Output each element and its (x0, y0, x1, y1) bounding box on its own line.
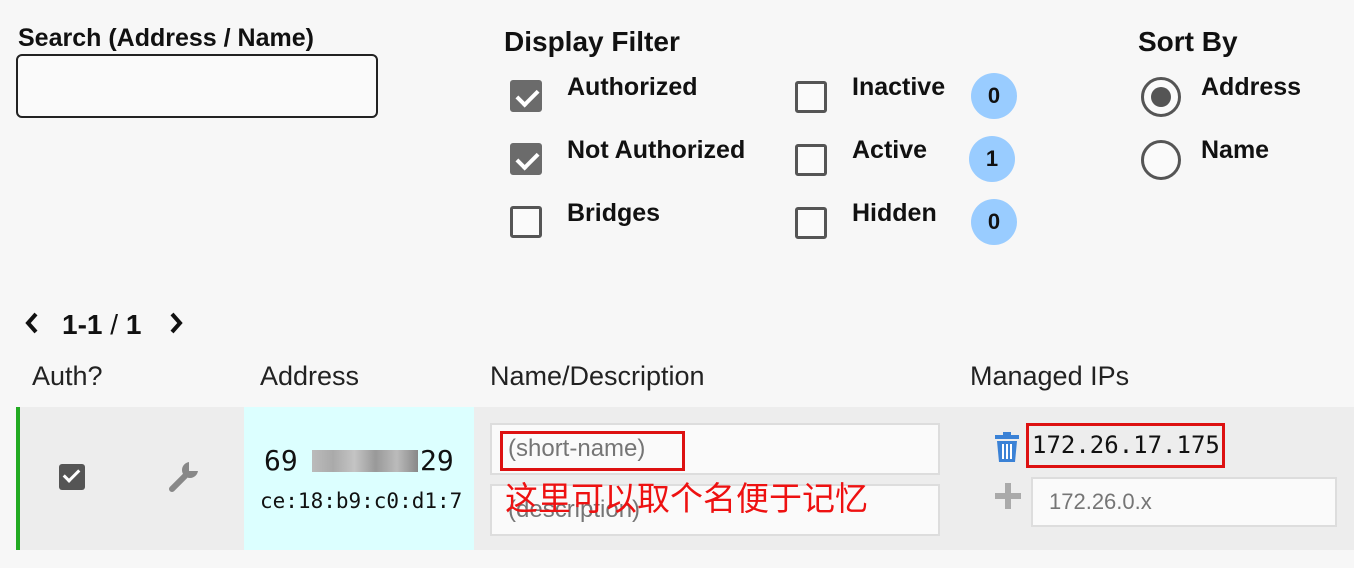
inactive-checkbox[interactable] (795, 81, 827, 113)
active-label: Active (852, 136, 928, 164)
hidden-count-badge: 0 (971, 199, 1017, 245)
add-ip-input[interactable] (1031, 477, 1337, 527)
pager-status: 1-1 / 1 (62, 309, 141, 341)
sort-title: Sort By (1138, 26, 1238, 57)
search-label: Search (Address / Name) (18, 24, 314, 52)
chevron-right-icon[interactable] (166, 310, 186, 336)
sort-name-radio[interactable] (1141, 140, 1181, 180)
hidden-checkbox[interactable] (795, 207, 827, 239)
not-authorized-checkbox[interactable] (510, 143, 542, 175)
inactive-count-badge: 0 (971, 73, 1017, 119)
active-count-badge: 1 (969, 136, 1015, 182)
search-input[interactable] (16, 54, 378, 118)
active-checkbox[interactable] (795, 144, 827, 176)
pager-separator: / (110, 309, 119, 340)
plus-icon[interactable] (995, 483, 1021, 509)
trash-icon[interactable] (994, 432, 1020, 462)
address-cell (244, 407, 474, 550)
header-auth: Auth? (32, 361, 103, 391)
header-address: Address (260, 361, 360, 391)
managed-ip: 172.26.17.175 (1032, 431, 1220, 459)
address-end: 29 (420, 444, 454, 477)
filter-title: Display Filter (504, 26, 680, 57)
header-ips: Managed IPs (970, 361, 1130, 391)
address-start: 69 (264, 444, 298, 477)
wrench-icon[interactable] (168, 459, 202, 493)
auth-checkbox[interactable] (59, 464, 85, 490)
chevron-left-icon[interactable] (22, 310, 42, 336)
pager-total: 1 (125, 309, 142, 340)
sort-address-label: Address (1201, 73, 1302, 101)
pager-range: 1-1 (62, 309, 103, 340)
mac-address: ce:18:b9:c0:d1:7 (260, 489, 463, 513)
sort-name-label: Name (1201, 136, 1270, 164)
bridges-checkbox[interactable] (510, 206, 542, 238)
authorized-label: Authorized (567, 73, 698, 101)
redacted-address (312, 450, 418, 472)
not-authorized-label: Not Authorized (567, 136, 746, 164)
authorized-checkbox[interactable] (510, 80, 542, 112)
sort-address-radio[interactable] (1141, 77, 1181, 117)
bridges-label: Bridges (567, 199, 661, 227)
annotation-text: 这里可以取个名便于记忆 (505, 480, 868, 517)
annotation-box-name (500, 431, 685, 471)
inactive-label: Inactive (852, 73, 946, 101)
hidden-label: Hidden (852, 199, 937, 227)
header-name: Name/Description (490, 361, 705, 391)
